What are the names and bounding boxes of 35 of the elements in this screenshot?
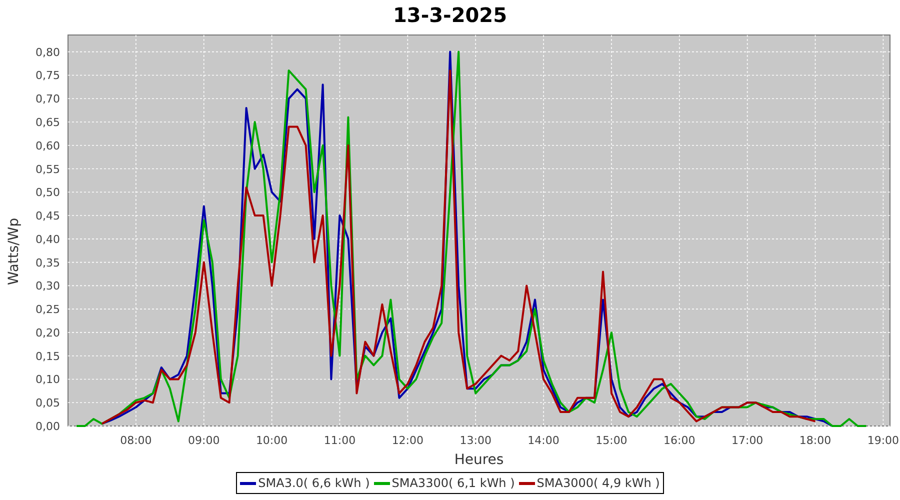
y-tick-label: 0,25 [36, 303, 60, 316]
y-tick-label: 0,55 [36, 162, 60, 176]
x-tick-label: 13:00 [460, 434, 492, 447]
legend-label: SMA3.0( 6,6 kWh ) [258, 475, 370, 492]
y-axis-label: Watts/Wp [6, 217, 24, 285]
y-tick-label: 0,00 [36, 420, 60, 433]
x-tick-label: 14:00 [528, 434, 560, 447]
y-tick-label: 0,05 [36, 396, 60, 410]
x-tick-label: 18:00 [799, 434, 832, 447]
y-tick-label: 0,15 [36, 350, 60, 363]
x-tick-label: 15:00 [596, 434, 628, 447]
y-tick-label: 0,60 [36, 139, 60, 152]
y-tick-label: 0,80 [36, 46, 60, 59]
x-tick-label: 16:00 [664, 434, 696, 447]
x-axis-label: Heures [454, 452, 504, 468]
y-tick-label: 0,10 [36, 373, 60, 386]
y-tick-label: 0,65 [36, 116, 60, 129]
y-tick-label: 0,70 [36, 92, 60, 106]
x-tick-label: 09:00 [188, 434, 220, 447]
x-tick-label: 19:00 [867, 434, 900, 447]
y-tick-label: 0,30 [36, 280, 60, 293]
x-tick-label: 08:00 [120, 434, 152, 447]
x-tick-label: 11:00 [324, 434, 356, 447]
y-tick-label: 0,40 [36, 232, 60, 246]
x-tick-label: 17:00 [731, 434, 764, 447]
y-tick-label: 0,35 [36, 256, 60, 270]
y-tick-label: 0,20 [36, 326, 60, 340]
x-tick-label: 10:00 [256, 434, 288, 447]
legend-label: SMA3000( 4,9 kWh ) [536, 475, 660, 492]
y-tick-label: 0,45 [36, 210, 60, 223]
y-tick-label: 0,50 [36, 186, 60, 200]
chart-title: 13-3-2025 [392, 2, 507, 29]
x-tick-label: 12:00 [392, 434, 424, 447]
y-tick-label: 0,75 [36, 69, 60, 82]
legend-label: SMA3300( 6,1 kWh ) [392, 475, 515, 492]
